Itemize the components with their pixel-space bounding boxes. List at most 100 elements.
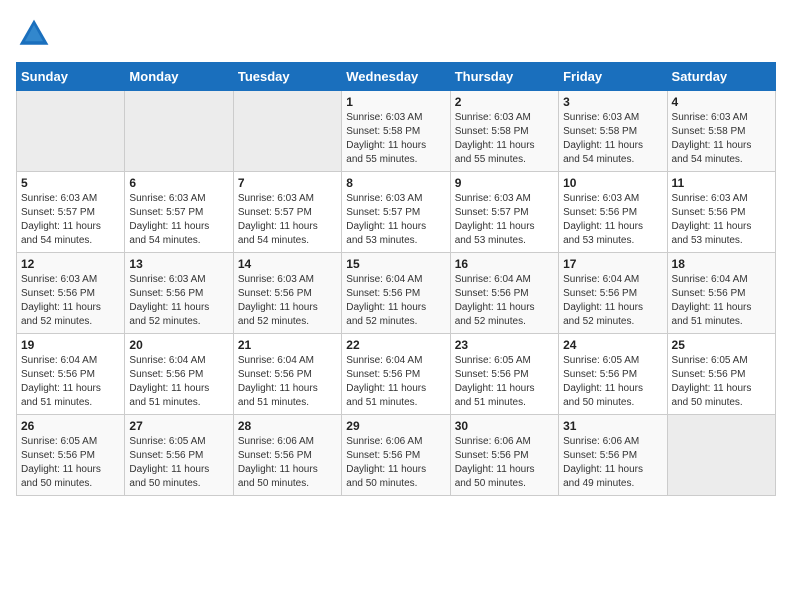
day-number: 4 xyxy=(672,95,771,109)
day-info: Sunrise: 6:03 AM Sunset: 5:57 PM Dayligh… xyxy=(455,192,554,248)
day-number: 16 xyxy=(455,257,554,271)
day-number: 20 xyxy=(129,338,228,352)
calendar-cell: 8 Sunrise: 6:03 AM Sunset: 5:57 PM Daylig… xyxy=(342,172,450,253)
calendar-cell: 17 Sunrise: 6:04 AM Sunset: 5:56 PM Dayli… xyxy=(559,253,667,334)
calendar-cell: 16 Sunrise: 6:04 AM Sunset: 5:56 PM Dayli… xyxy=(450,253,558,334)
day-info: Sunrise: 6:05 AM Sunset: 5:56 PM Dayligh… xyxy=(563,354,662,410)
calendar-week-row: 19Sunrise: 6:04 AM Sunset: 5:56 PM Dayli… xyxy=(17,334,776,415)
day-number: 18 xyxy=(672,257,771,271)
calendar-cell: 27 Sunrise: 6:05 AM Sunset: 5:56 PM Dayli… xyxy=(125,415,233,496)
day-info: Sunrise: 6:03 AM Sunset: 5:57 PM Dayligh… xyxy=(129,192,228,248)
day-info: Sunrise: 6:03 AM Sunset: 5:57 PM Dayligh… xyxy=(21,192,120,248)
day-number: 15 xyxy=(346,257,445,271)
calendar-cell: 11 Sunrise: 6:03 AM Sunset: 5:56 PM Dayli… xyxy=(667,172,775,253)
day-info: Sunrise: 6:03 AM Sunset: 5:56 PM Dayligh… xyxy=(672,192,771,248)
day-number: 28 xyxy=(238,419,337,433)
calendar-week-row: 12 Sunrise: 6:03 AM Sunset: 5:56 PM Dayli… xyxy=(17,253,776,334)
calendar-cell: 19Sunrise: 6:04 AM Sunset: 5:56 PM Dayli… xyxy=(17,334,125,415)
day-info: Sunrise: 6:05 AM Sunset: 5:56 PM Dayligh… xyxy=(21,435,120,491)
calendar-cell: 3Sunrise: 6:03 AM Sunset: 5:58 PM Daylig… xyxy=(559,91,667,172)
calendar-header-row: SundayMondayTuesdayWednesdayThursdayFrid… xyxy=(17,63,776,91)
calendar-week-row: 26 Sunrise: 6:05 AM Sunset: 5:56 PM Dayli… xyxy=(17,415,776,496)
day-number: 17 xyxy=(563,257,662,271)
day-info: Sunrise: 6:03 AM Sunset: 5:56 PM Dayligh… xyxy=(238,273,337,329)
calendar-cell: 5Sunrise: 6:03 AM Sunset: 5:57 PM Daylig… xyxy=(17,172,125,253)
day-number: 24 xyxy=(563,338,662,352)
day-info: Sunrise: 6:03 AM Sunset: 5:56 PM Dayligh… xyxy=(563,192,662,248)
day-header-saturday: Saturday xyxy=(667,63,775,91)
day-info: Sunrise: 6:03 AM Sunset: 5:57 PM Dayligh… xyxy=(346,192,445,248)
calendar-cell: 30 Sunrise: 6:06 AM Sunset: 5:56 PM Dayli… xyxy=(450,415,558,496)
day-header-wednesday: Wednesday xyxy=(342,63,450,91)
day-info: Sunrise: 6:03 AM Sunset: 5:58 PM Dayligh… xyxy=(346,111,445,167)
day-header-tuesday: Tuesday xyxy=(233,63,341,91)
calendar-cell: 9Sunrise: 6:03 AM Sunset: 5:57 PM Daylig… xyxy=(450,172,558,253)
day-number: 10 xyxy=(563,176,662,190)
day-number: 31 xyxy=(563,419,662,433)
calendar-cell xyxy=(17,91,125,172)
day-number: 13 xyxy=(129,257,228,271)
day-number: 14 xyxy=(238,257,337,271)
calendar-cell: 4 Sunrise: 6:03 AM Sunset: 5:58 PM Daylig… xyxy=(667,91,775,172)
day-number: 23 xyxy=(455,338,554,352)
calendar-cell: 31Sunrise: 6:06 AM Sunset: 5:56 PM Dayli… xyxy=(559,415,667,496)
calendar-cell: 23 Sunrise: 6:05 AM Sunset: 5:56 PM Dayli… xyxy=(450,334,558,415)
calendar-cell: 2 Sunrise: 6:03 AM Sunset: 5:58 PM Daylig… xyxy=(450,91,558,172)
day-number: 3 xyxy=(563,95,662,109)
day-info: Sunrise: 6:06 AM Sunset: 5:56 PM Dayligh… xyxy=(346,435,445,491)
calendar-cell: 20 Sunrise: 6:04 AM Sunset: 5:56 PM Dayli… xyxy=(125,334,233,415)
day-number: 11 xyxy=(672,176,771,190)
page-header xyxy=(16,16,776,52)
day-number: 29 xyxy=(346,419,445,433)
day-info: Sunrise: 6:04 AM Sunset: 5:56 PM Dayligh… xyxy=(563,273,662,329)
calendar-cell xyxy=(233,91,341,172)
calendar-cell: 21 Sunrise: 6:04 AM Sunset: 5:56 PM Dayli… xyxy=(233,334,341,415)
day-info: Sunrise: 6:05 AM Sunset: 5:56 PM Dayligh… xyxy=(672,354,771,410)
day-number: 21 xyxy=(238,338,337,352)
calendar-cell xyxy=(125,91,233,172)
day-number: 8 xyxy=(346,176,445,190)
day-info: Sunrise: 6:04 AM Sunset: 5:56 PM Dayligh… xyxy=(21,354,120,410)
day-header-sunday: Sunday xyxy=(17,63,125,91)
calendar-cell: 25Sunrise: 6:05 AM Sunset: 5:56 PM Dayli… xyxy=(667,334,775,415)
calendar-cell: 15 Sunrise: 6:04 AM Sunset: 5:56 PM Dayli… xyxy=(342,253,450,334)
calendar-week-row: 5Sunrise: 6:03 AM Sunset: 5:57 PM Daylig… xyxy=(17,172,776,253)
calendar-cell: 6Sunrise: 6:03 AM Sunset: 5:57 PM Daylig… xyxy=(125,172,233,253)
day-number: 2 xyxy=(455,95,554,109)
calendar-cell: 28 Sunrise: 6:06 AM Sunset: 5:56 PM Dayli… xyxy=(233,415,341,496)
day-info: Sunrise: 6:06 AM Sunset: 5:56 PM Dayligh… xyxy=(238,435,337,491)
day-number: 26 xyxy=(21,419,120,433)
calendar-cell: 7Sunrise: 6:03 AM Sunset: 5:57 PM Daylig… xyxy=(233,172,341,253)
day-header-monday: Monday xyxy=(125,63,233,91)
calendar-cell: 29 Sunrise: 6:06 AM Sunset: 5:56 PM Dayli… xyxy=(342,415,450,496)
day-number: 27 xyxy=(129,419,228,433)
day-number: 12 xyxy=(21,257,120,271)
calendar-cell: 1Sunrise: 6:03 AM Sunset: 5:58 PM Daylig… xyxy=(342,91,450,172)
day-info: Sunrise: 6:04 AM Sunset: 5:56 PM Dayligh… xyxy=(346,354,445,410)
day-number: 30 xyxy=(455,419,554,433)
calendar-cell: 14 Sunrise: 6:03 AM Sunset: 5:56 PM Dayli… xyxy=(233,253,341,334)
calendar-week-row: 1Sunrise: 6:03 AM Sunset: 5:58 PM Daylig… xyxy=(17,91,776,172)
calendar-cell: 13 Sunrise: 6:03 AM Sunset: 5:56 PM Dayli… xyxy=(125,253,233,334)
day-info: Sunrise: 6:04 AM Sunset: 5:56 PM Dayligh… xyxy=(129,354,228,410)
calendar-cell: 26 Sunrise: 6:05 AM Sunset: 5:56 PM Dayli… xyxy=(17,415,125,496)
day-info: Sunrise: 6:04 AM Sunset: 5:56 PM Dayligh… xyxy=(238,354,337,410)
day-number: 7 xyxy=(238,176,337,190)
day-info: Sunrise: 6:04 AM Sunset: 5:56 PM Dayligh… xyxy=(346,273,445,329)
calendar-cell xyxy=(667,415,775,496)
calendar-table: SundayMondayTuesdayWednesdayThursdayFrid… xyxy=(16,62,776,496)
day-info: Sunrise: 6:06 AM Sunset: 5:56 PM Dayligh… xyxy=(455,435,554,491)
day-info: Sunrise: 6:03 AM Sunset: 5:58 PM Dayligh… xyxy=(672,111,771,167)
day-header-thursday: Thursday xyxy=(450,63,558,91)
day-info: Sunrise: 6:05 AM Sunset: 5:56 PM Dayligh… xyxy=(129,435,228,491)
calendar-cell: 18 Sunrise: 6:04 AM Sunset: 5:56 PM Dayli… xyxy=(667,253,775,334)
day-info: Sunrise: 6:03 AM Sunset: 5:56 PM Dayligh… xyxy=(129,273,228,329)
day-info: Sunrise: 6:03 AM Sunset: 5:58 PM Dayligh… xyxy=(455,111,554,167)
day-header-friday: Friday xyxy=(559,63,667,91)
day-info: Sunrise: 6:04 AM Sunset: 5:56 PM Dayligh… xyxy=(672,273,771,329)
calendar-cell: 12 Sunrise: 6:03 AM Sunset: 5:56 PM Dayli… xyxy=(17,253,125,334)
day-info: Sunrise: 6:03 AM Sunset: 5:56 PM Dayligh… xyxy=(21,273,120,329)
day-number: 22 xyxy=(346,338,445,352)
day-info: Sunrise: 6:04 AM Sunset: 5:56 PM Dayligh… xyxy=(455,273,554,329)
day-info: Sunrise: 6:05 AM Sunset: 5:56 PM Dayligh… xyxy=(455,354,554,410)
